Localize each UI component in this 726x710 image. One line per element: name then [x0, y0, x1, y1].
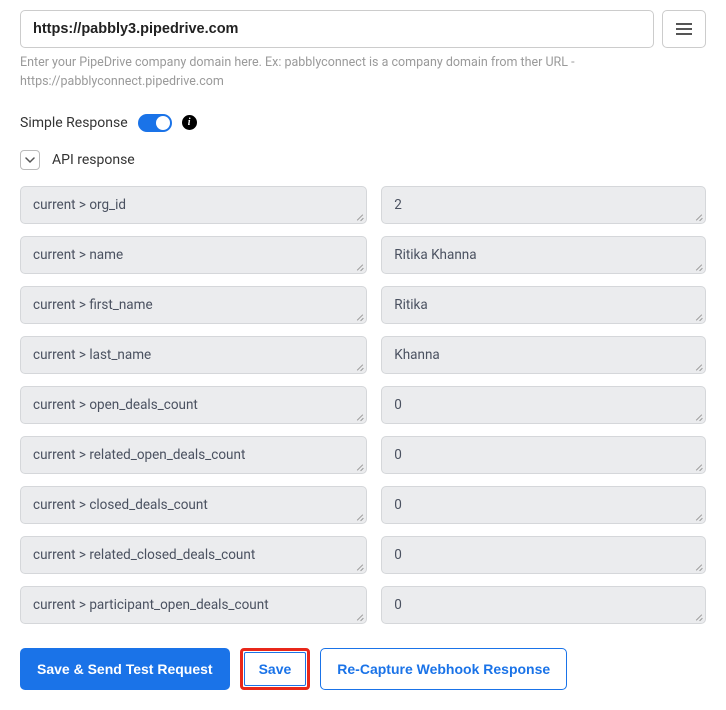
- field-value[interactable]: 0: [381, 486, 706, 524]
- field-row: current > related_closed_deals_count 0: [20, 536, 706, 574]
- field-value[interactable]: 0: [381, 586, 706, 624]
- simple-response-label: Simple Response: [20, 115, 128, 131]
- resize-handle-icon[interactable]: [356, 213, 364, 221]
- resize-handle-icon[interactable]: [695, 463, 703, 471]
- field-row: current > name Ritika Khanna: [20, 236, 706, 274]
- resize-handle-icon[interactable]: [695, 313, 703, 321]
- field-value[interactable]: 0: [381, 536, 706, 574]
- resize-handle-icon[interactable]: [356, 613, 364, 621]
- domain-help-text: Enter your PipeDrive company domain here…: [20, 54, 706, 92]
- field-row: current > closed_deals_count 0: [20, 486, 706, 524]
- field-row: current > org_id 2: [20, 186, 706, 224]
- field-key[interactable]: current > name: [20, 236, 367, 274]
- field-row: current > open_deals_count 0: [20, 386, 706, 424]
- resize-handle-icon[interactable]: [356, 263, 364, 271]
- field-key[interactable]: current > closed_deals_count: [20, 486, 367, 524]
- resize-handle-icon[interactable]: [695, 263, 703, 271]
- resize-handle-icon[interactable]: [695, 563, 703, 571]
- info-icon[interactable]: i: [182, 115, 197, 130]
- field-row: current > participant_open_deals_count 0: [20, 586, 706, 624]
- field-value[interactable]: 0: [381, 386, 706, 424]
- field-row: current > related_open_deals_count 0: [20, 436, 706, 474]
- field-row: current > last_name Khanna: [20, 336, 706, 374]
- collapse-button[interactable]: [20, 150, 40, 170]
- field-key[interactable]: current > last_name: [20, 336, 367, 374]
- save-highlight-box: Save: [240, 648, 311, 690]
- resize-handle-icon[interactable]: [695, 413, 703, 421]
- field-value[interactable]: 2: [381, 186, 706, 224]
- field-value[interactable]: 0: [381, 436, 706, 474]
- resize-handle-icon[interactable]: [356, 563, 364, 571]
- field-key[interactable]: current > participant_open_deals_count: [20, 586, 367, 624]
- field-key[interactable]: current > first_name: [20, 286, 367, 324]
- save-send-button[interactable]: Save & Send Test Request: [20, 648, 230, 690]
- field-key[interactable]: current > org_id: [20, 186, 367, 224]
- field-value[interactable]: Ritika: [381, 286, 706, 324]
- simple-response-toggle[interactable]: [138, 114, 172, 132]
- resize-handle-icon[interactable]: [695, 213, 703, 221]
- hamburger-icon: [676, 20, 692, 38]
- field-row: current > first_name Ritika: [20, 286, 706, 324]
- resize-handle-icon[interactable]: [695, 613, 703, 621]
- field-value[interactable]: Ritika Khanna: [381, 236, 706, 274]
- chevron-down-icon: [25, 155, 35, 165]
- resize-handle-icon[interactable]: [695, 363, 703, 371]
- recapture-button[interactable]: Re-Capture Webhook Response: [320, 648, 567, 690]
- resize-handle-icon[interactable]: [356, 463, 364, 471]
- field-key[interactable]: current > related_open_deals_count: [20, 436, 367, 474]
- resize-handle-icon[interactable]: [356, 313, 364, 321]
- resize-handle-icon[interactable]: [356, 513, 364, 521]
- domain-input[interactable]: [20, 10, 654, 48]
- field-key[interactable]: current > related_closed_deals_count: [20, 536, 367, 574]
- field-value[interactable]: Khanna: [381, 336, 706, 374]
- resize-handle-icon[interactable]: [695, 513, 703, 521]
- field-key[interactable]: current > open_deals_count: [20, 386, 367, 424]
- save-button[interactable]: Save: [244, 652, 307, 686]
- menu-button[interactable]: [662, 10, 706, 48]
- resize-handle-icon[interactable]: [356, 363, 364, 371]
- resize-handle-icon[interactable]: [356, 413, 364, 421]
- api-response-label: API response: [52, 152, 135, 168]
